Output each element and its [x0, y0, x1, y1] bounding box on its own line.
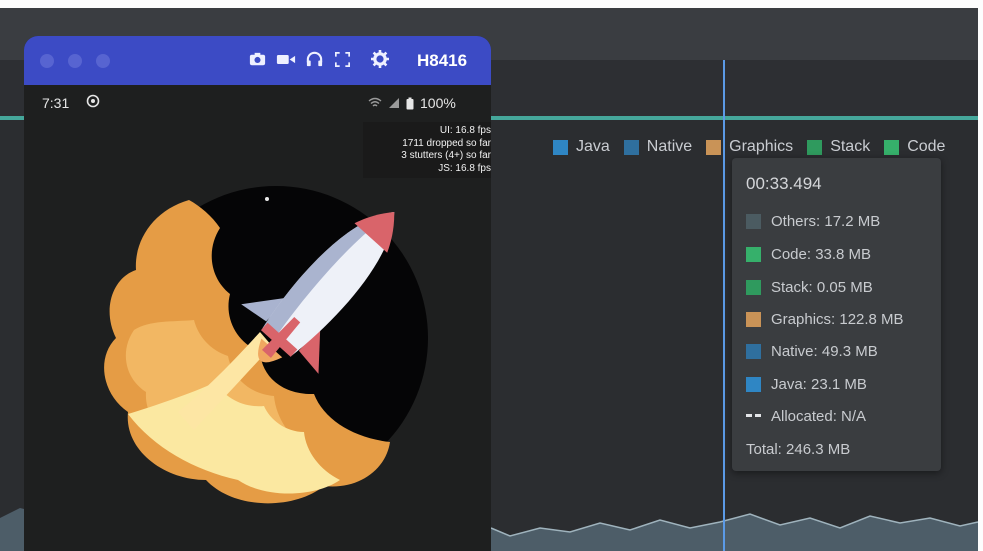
emulator-toolbar: H8416 [24, 36, 491, 85]
tooltip-row-label: Stack: 0.05 MB [771, 279, 873, 296]
tooltip-row-native: Native: 49.3 MB [746, 343, 878, 360]
window-control-dot[interactable] [68, 54, 82, 68]
java-swatch [553, 139, 568, 155]
perf-js-fps: JS: 16.8 fps [438, 162, 491, 174]
battery-percent: 100% [420, 95, 456, 111]
tooltip-row-label: Java: 23.1 MB [771, 376, 867, 393]
legend-item-code: Code [884, 138, 945, 156]
perf-dropped-frames: 1711 dropped so far [402, 137, 491, 149]
legend-item-graphics: Graphics [706, 138, 793, 156]
star [265, 197, 269, 201]
tooltip-row-label: Graphics: 122.8 MB [771, 311, 904, 328]
stack-swatch [746, 280, 761, 295]
emulator-tool-icons [248, 50, 352, 69]
camera-icon[interactable] [248, 50, 267, 69]
graphics-swatch [706, 139, 722, 155]
allocated-dash-icon [746, 413, 761, 420]
fullscreen-icon[interactable] [333, 50, 352, 69]
window-control-dot[interactable] [96, 54, 110, 68]
perf-monitor-overlay: UI: 16.8 fps 1711 dropped so far 3 stutt… [363, 122, 491, 178]
legend-label: Graphics [729, 138, 794, 155]
tooltip-row-java: Java: 23.1 MB [746, 376, 867, 393]
legend-label: Java [576, 138, 610, 155]
window-control-dot[interactable] [40, 54, 54, 68]
tooltip-row-graphics: Graphics: 122.8 MB [746, 311, 904, 328]
sync-status-icon [86, 94, 100, 108]
signal-icon [389, 98, 399, 108]
legend-item-stack: Stack [807, 138, 870, 156]
battery-icon [406, 97, 414, 109]
memory-tooltip: 00:33.494 Others: 17.2 MB Code: 33.8 MB … [732, 158, 941, 471]
memory-legend: Java Native Graphics Stack Code [553, 138, 945, 156]
emulator-window: H8416 7:31 100% UI: 16.8 fps 1711 droppe… [24, 36, 491, 551]
native-swatch [746, 344, 761, 359]
tooltip-total: Total: 246.3 MB [746, 441, 851, 458]
status-indicators: 100% [368, 95, 456, 111]
tooltip-row-allocated: Allocated: N/A [746, 408, 866, 425]
status-time: 7:31 [42, 95, 70, 111]
tooltip-timestamp: 00:33.494 [746, 174, 822, 193]
others-swatch [746, 214, 761, 229]
code-swatch [746, 247, 761, 262]
legend-label: Native [646, 138, 693, 155]
java-swatch [746, 377, 761, 392]
rocket-launch-illustration [104, 186, 428, 504]
perf-ui-fps: UI: 16.8 fps [439, 125, 491, 136]
code-swatch [884, 139, 900, 155]
tooltip-row-label: Allocated: N/A [771, 408, 867, 425]
tooltip-row-label: Native: 49.3 MB [771, 343, 878, 360]
device-name: H8416 [417, 51, 468, 70]
legend-label: Code [907, 138, 946, 155]
native-swatch [623, 139, 639, 155]
tooltip-row-others: Others: 17.2 MB [746, 213, 880, 230]
legend-item-native: Native [623, 138, 693, 156]
video-icon[interactable] [276, 50, 296, 69]
headphones-icon[interactable] [305, 50, 324, 69]
tooltip-row-label: Code: 33.8 MB [771, 246, 872, 263]
gear-icon[interactable] [370, 49, 390, 69]
tooltip-row-code: Code: 33.8 MB [746, 246, 871, 263]
legend-item-java: Java [553, 138, 610, 156]
tooltip-row-stack: Stack: 0.05 MB [746, 279, 873, 296]
wifi-icon [368, 97, 382, 107]
legend-label: Stack [830, 138, 871, 155]
perf-stutters: 3 stutters (4+) so far [401, 150, 491, 161]
stack-swatch [807, 139, 823, 155]
graphics-swatch [746, 312, 761, 327]
tooltip-row-label: Others: 17.2 MB [771, 213, 881, 230]
timeline-cursor[interactable] [723, 60, 725, 551]
device-screen[interactable]: 7:31 100% UI: 16.8 fps 1711 dropped so f… [24, 85, 491, 551]
